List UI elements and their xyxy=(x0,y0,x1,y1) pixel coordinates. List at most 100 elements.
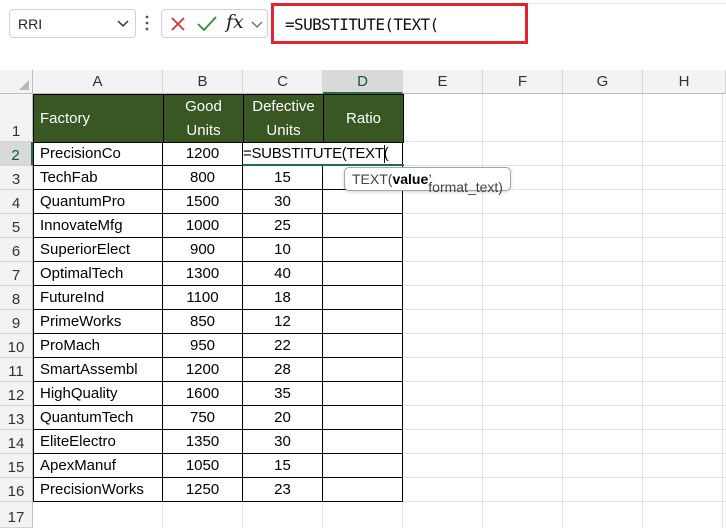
row-header-5[interactable]: 5 xyxy=(0,214,33,238)
more-options-icon[interactable] xyxy=(144,14,150,32)
text-caret xyxy=(384,145,385,163)
row-header-8[interactable]: 8 xyxy=(0,286,33,310)
cell-defective-units[interactable]: 15 xyxy=(243,454,323,478)
cell-defective-units[interactable]: 20 xyxy=(243,406,323,430)
row-header-16[interactable]: 16 xyxy=(0,478,33,502)
cell-defective-units[interactable]: 12 xyxy=(243,310,323,334)
cell-ratio[interactable] xyxy=(323,358,403,382)
cell-defective-units[interactable]: 18 xyxy=(243,286,323,310)
cell-ratio[interactable] xyxy=(323,382,403,406)
cell-good-units[interactable]: 850 xyxy=(163,310,243,334)
function-tooltip[interactable]: TEXT(value, format_text) xyxy=(344,163,511,195)
cell-defective-units[interactable]: 25 xyxy=(243,214,323,238)
cell-factory[interactable]: PrecisionCo xyxy=(33,142,163,166)
header-factory[interactable]: Factory xyxy=(33,94,164,143)
row-header-2[interactable]: 2 xyxy=(0,142,33,166)
header-defective-units[interactable]: Defective Units xyxy=(243,94,324,143)
cell-ratio[interactable] xyxy=(323,454,403,478)
cell-factory[interactable]: InnovateMfg xyxy=(33,214,163,238)
cell-good-units[interactable]: 1350 xyxy=(163,430,243,454)
cell-ratio[interactable] xyxy=(323,190,403,214)
row-header-7[interactable]: 7 xyxy=(0,262,33,286)
cell-good-units[interactable]: 750 xyxy=(163,406,243,430)
tooltip-func: TEXT( xyxy=(352,171,393,187)
cell-defective-units[interactable]: 10 xyxy=(243,238,323,262)
row-header-17[interactable]: 17 xyxy=(0,502,33,528)
column-header-a[interactable]: A xyxy=(33,70,163,94)
cell-factory[interactable]: QuantumPro xyxy=(33,190,163,214)
cell-factory[interactable]: HighQuality xyxy=(33,382,163,406)
cell-good-units[interactable]: 1250 xyxy=(163,478,243,502)
chevron-down-icon[interactable] xyxy=(115,15,131,31)
row-header-9[interactable]: 9 xyxy=(0,310,33,334)
cell-factory[interactable]: EliteElectro xyxy=(33,430,163,454)
row-header-4[interactable]: 4 xyxy=(0,190,33,214)
cell-defective-units[interactable]: 28 xyxy=(243,358,323,382)
enter-icon[interactable] xyxy=(196,14,218,34)
cell-good-units[interactable]: 1600 xyxy=(163,382,243,406)
row-header-14[interactable]: 14 xyxy=(0,430,33,454)
cell-good-units[interactable]: 1200 xyxy=(163,142,243,166)
formula-text: =SUBSTITUTE(TEXT( xyxy=(285,15,439,34)
row-header-3[interactable]: 3 xyxy=(0,166,33,190)
cell-good-units[interactable]: 1050 xyxy=(163,454,243,478)
name-box[interactable]: RRI xyxy=(9,9,136,38)
cell-factory[interactable]: SmartAssembl xyxy=(33,358,163,382)
cell-factory[interactable]: OptimalTech xyxy=(33,262,163,286)
cell-defective-units[interactable]: 30 xyxy=(243,430,323,454)
cell-good-units[interactable]: 1000 xyxy=(163,214,243,238)
column-header-d[interactable]: D xyxy=(323,70,403,94)
formula-highlight-box: =SUBSTITUTE(TEXT( xyxy=(271,3,528,44)
row-header-11[interactable]: 11 xyxy=(0,358,33,382)
cell-ratio[interactable] xyxy=(323,286,403,310)
column-header-c[interactable]: C xyxy=(243,70,323,94)
row-header-10[interactable]: 10 xyxy=(0,334,33,358)
cell-factory[interactable]: ProMach xyxy=(33,334,163,358)
cell-ratio[interactable] xyxy=(323,334,403,358)
cancel-icon[interactable] xyxy=(169,14,187,34)
cell-good-units[interactable]: 1500 xyxy=(163,190,243,214)
column-header-f[interactable]: F xyxy=(483,70,563,94)
cell-ratio[interactable] xyxy=(323,262,403,286)
row-header-15[interactable]: 15 xyxy=(0,454,33,478)
cell-factory[interactable]: PrecisionWorks xyxy=(33,478,163,502)
cell-factory[interactable]: TechFab xyxy=(33,166,163,190)
column-header-g[interactable]: G xyxy=(563,70,643,94)
cell-good-units[interactable]: 900 xyxy=(163,238,243,262)
cell-factory[interactable]: QuantumTech xyxy=(33,406,163,430)
cell-defective-units[interactable]: 40 xyxy=(243,262,323,286)
cell-defective-units[interactable]: 30 xyxy=(243,190,323,214)
cell-ratio[interactable] xyxy=(323,430,403,454)
column-header-h[interactable]: H xyxy=(643,70,726,94)
chevron-down-icon[interactable] xyxy=(250,14,264,34)
header-ratio[interactable]: Ratio xyxy=(323,94,404,143)
row-header-13[interactable]: 13 xyxy=(0,406,33,430)
cell-ratio[interactable] xyxy=(323,406,403,430)
cell-factory[interactable]: ApexManuf xyxy=(33,454,163,478)
cell-factory[interactable]: FutureInd xyxy=(33,286,163,310)
cell-factory[interactable]: SuperiorElect xyxy=(33,238,163,262)
cell-ratio[interactable] xyxy=(323,238,403,262)
insert-function-icon[interactable]: fx xyxy=(226,11,244,33)
cell-good-units[interactable]: 1100 xyxy=(163,286,243,310)
column-header-b[interactable]: B xyxy=(163,70,243,94)
row-header-1[interactable]: 1 xyxy=(0,94,33,142)
cell-good-units[interactable]: 950 xyxy=(163,334,243,358)
cell-factory[interactable]: PrimeWorks xyxy=(33,310,163,334)
cell-defective-units[interactable]: 35 xyxy=(243,382,323,406)
cell-defective-units[interactable]: 15 xyxy=(243,166,323,190)
cell-good-units[interactable]: 1300 xyxy=(163,262,243,286)
select-all-corner[interactable] xyxy=(0,70,33,94)
cell-ratio[interactable] xyxy=(323,310,403,334)
row-header-12[interactable]: 12 xyxy=(0,382,33,406)
cell-ratio[interactable] xyxy=(323,478,403,502)
row-header-6[interactable]: 6 xyxy=(0,238,33,262)
cell-good-units[interactable]: 800 xyxy=(163,166,243,190)
cell-defective-units[interactable]: 23 xyxy=(243,478,323,502)
cell-ratio[interactable] xyxy=(323,214,403,238)
cell-defective-units[interactable]: 22 xyxy=(243,334,323,358)
header-good-units[interactable]: Good Units xyxy=(163,94,244,143)
cell-good-units[interactable]: 1200 xyxy=(163,358,243,382)
tooltip-arg-bold[interactable]: value xyxy=(392,171,428,187)
column-header-e[interactable]: E xyxy=(403,70,483,94)
